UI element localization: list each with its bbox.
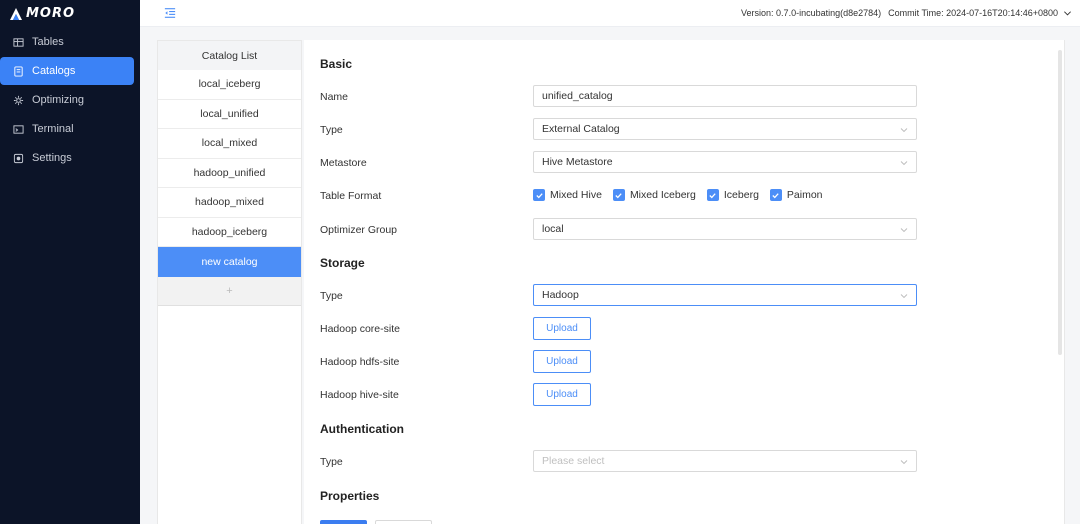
auth-type-label: Type bbox=[320, 456, 343, 468]
sidebar-item-label: Catalogs bbox=[32, 65, 76, 77]
table-format-label: Table Format bbox=[320, 190, 382, 202]
checkbox-checked-icon bbox=[612, 189, 625, 201]
type-label: Type bbox=[320, 124, 343, 136]
checkbox-label: Iceberg bbox=[723, 189, 759, 201]
hdfs-site-label: Hadoop hdfs-site bbox=[320, 356, 400, 368]
catalog-form: Basic Name unified_catalog Type External… bbox=[304, 40, 1065, 524]
commit-time-text: Commit Time: 2024-07-16T20:14:46+0800 bbox=[888, 8, 1058, 18]
checkbox-label: Paimon bbox=[786, 189, 823, 201]
checkbox-mixed-hive[interactable]: Mixed Hive bbox=[533, 189, 602, 201]
optimizing-icon bbox=[12, 94, 24, 106]
checkbox-iceberg[interactable]: Iceberg bbox=[706, 189, 759, 201]
catalog-item-hadoop-mixed[interactable]: hadoop_mixed bbox=[158, 188, 301, 218]
cancel-button[interactable] bbox=[375, 520, 432, 524]
checkbox-mixed-iceberg[interactable]: Mixed Iceberg bbox=[612, 189, 696, 201]
logo-icon bbox=[10, 7, 22, 20]
sidebar-item-label: Settings bbox=[32, 152, 72, 164]
chevron-down-icon bbox=[900, 460, 908, 465]
chevron-down-icon bbox=[900, 161, 908, 166]
optimizer-group-select[interactable]: local bbox=[533, 218, 917, 240]
collapse-menu-icon[interactable] bbox=[163, 6, 177, 20]
sidebar-nav: Tables Catalogs Optimizing Terminal Sett… bbox=[0, 28, 140, 172]
upload-hive-site-button[interactable]: Upload bbox=[533, 383, 591, 406]
auth-type-select[interactable]: Please select bbox=[533, 450, 917, 472]
sidebar-item-terminal[interactable]: Terminal bbox=[0, 115, 134, 143]
storage-type-select[interactable]: Hadoop bbox=[533, 284, 917, 306]
chevron-down-icon bbox=[900, 294, 908, 299]
sidebar-item-optimizing[interactable]: Optimizing bbox=[0, 86, 134, 114]
auth-type-placeholder: Please select bbox=[542, 455, 605, 467]
upload-hdfs-site-button[interactable]: Upload bbox=[533, 350, 591, 373]
table-format-checkboxes: Mixed Hive Mixed Iceberg Iceberg Paimon bbox=[533, 189, 834, 201]
save-button[interactable] bbox=[320, 520, 367, 524]
sidebar: MORO Tables Catalogs Optimizing Terminal bbox=[0, 0, 140, 524]
metastore-select[interactable]: Hive Metastore bbox=[533, 151, 917, 173]
name-input[interactable]: unified_catalog bbox=[533, 85, 917, 107]
settings-icon bbox=[12, 152, 24, 164]
checkbox-label: Mixed Hive bbox=[550, 189, 602, 201]
add-catalog-button[interactable]: + bbox=[158, 276, 301, 306]
catalog-list: Catalog List local_iceberg local_unified… bbox=[157, 40, 302, 524]
chevron-down-icon[interactable] bbox=[1063, 9, 1072, 18]
catalog-item-local-iceberg[interactable]: local_iceberg bbox=[158, 70, 301, 100]
catalog-icon bbox=[12, 65, 24, 77]
checkbox-label: Mixed Iceberg bbox=[629, 189, 696, 201]
catalog-item-new-catalog[interactable]: new catalog bbox=[158, 247, 301, 277]
name-value: unified_catalog bbox=[542, 90, 613, 102]
name-label: Name bbox=[320, 91, 349, 103]
sidebar-item-catalogs[interactable]: Catalogs bbox=[0, 57, 134, 85]
catalog-item-hadoop-unified[interactable]: hadoop_unified bbox=[158, 159, 301, 188]
table-icon bbox=[12, 36, 24, 48]
section-storage-title: Storage bbox=[320, 256, 365, 270]
metastore-value: Hive Metastore bbox=[542, 156, 613, 168]
section-authentication-title: Authentication bbox=[320, 422, 404, 436]
sidebar-item-label: Tables bbox=[32, 36, 64, 48]
optimizer-group-label: Optimizer Group bbox=[320, 224, 398, 236]
core-site-label: Hadoop core-site bbox=[320, 323, 400, 335]
logo-text: MORO bbox=[26, 6, 76, 21]
hive-site-label: Hadoop hive-site bbox=[320, 389, 399, 401]
chevron-down-icon bbox=[900, 228, 908, 233]
catalog-item-local-mixed[interactable]: local_mixed bbox=[158, 129, 301, 159]
checkbox-checked-icon bbox=[769, 189, 782, 201]
checkbox-paimon[interactable]: Paimon bbox=[769, 189, 823, 201]
sidebar-item-label: Terminal bbox=[32, 123, 74, 135]
catalog-type-value: External Catalog bbox=[542, 123, 620, 135]
checkbox-checked-icon bbox=[706, 189, 719, 201]
section-properties-title: Properties bbox=[320, 489, 380, 503]
upload-core-site-button[interactable]: Upload bbox=[533, 317, 591, 340]
section-basic-title: Basic bbox=[320, 57, 353, 71]
catalog-item-hadoop-iceberg[interactable]: hadoop_iceberg bbox=[158, 218, 301, 247]
scrollbar[interactable] bbox=[1058, 50, 1062, 355]
storage-type-label: Type bbox=[320, 290, 343, 302]
sidebar-item-settings[interactable]: Settings bbox=[0, 144, 134, 172]
version-info: Version: 0.7.0-incubating(d8e2784) Commi… bbox=[741, 8, 1072, 18]
catalog-list-title: Catalog List bbox=[158, 41, 301, 70]
catalog-item-local-unified[interactable]: local_unified bbox=[158, 100, 301, 129]
sidebar-item-label: Optimizing bbox=[32, 94, 84, 106]
terminal-icon bbox=[12, 123, 24, 135]
optimizer-group-value: local bbox=[542, 223, 564, 235]
chevron-down-icon bbox=[900, 128, 908, 133]
storage-type-value: Hadoop bbox=[542, 289, 579, 301]
version-text: Version: 0.7.0-incubating(d8e2784) bbox=[741, 8, 882, 18]
metastore-label: Metastore bbox=[320, 157, 367, 169]
logo[interactable]: MORO bbox=[0, 0, 140, 27]
top-header: Version: 0.7.0-incubating(d8e2784) Commi… bbox=[140, 0, 1080, 27]
catalog-type-select[interactable]: External Catalog bbox=[533, 118, 917, 140]
sidebar-item-tables[interactable]: Tables bbox=[0, 28, 134, 56]
checkbox-checked-icon bbox=[533, 189, 545, 201]
